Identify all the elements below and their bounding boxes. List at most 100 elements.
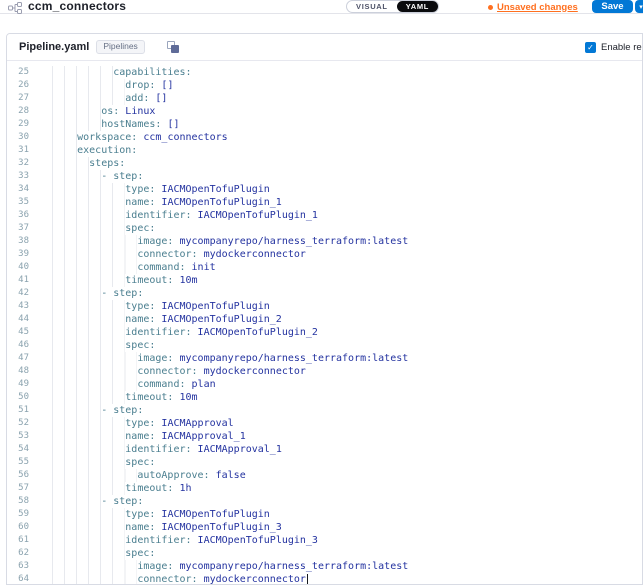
code-line[interactable]: name: IACMOpenTofuPlugin_1 [41,196,282,209]
editor-line[interactable]: 50timeout: 10m [7,391,642,404]
editor-line[interactable]: 52type: IACMApproval [7,417,642,430]
editor-line[interactable]: 56autoApprove: false [7,469,642,482]
code-line[interactable]: spec: [41,339,155,352]
code-line[interactable]: connector: mydockerconnector [41,365,306,378]
editor-line[interactable]: 30workspace: ccm_connectors [7,131,642,144]
code-line[interactable]: image: mycompanyrepo/harness_terraform:l… [41,235,408,248]
code-line[interactable]: connector: mydockerconnector [41,573,308,585]
editor-line[interactable]: 61identifier: IACMOpenTofuPlugin_3 [7,534,642,547]
code-line[interactable]: spec: [41,547,155,560]
editor-line[interactable]: 55spec: [7,456,642,469]
code-line[interactable]: command: plan [41,378,216,391]
save-button[interactable]: Save [592,0,633,13]
line-number: 31 [7,144,41,157]
editor-line[interactable]: 53name: IACMApproval_1 [7,430,642,443]
line-number: 60 [7,521,41,534]
code-line[interactable]: type: IACMOpenTofuPlugin [41,508,270,521]
code-line[interactable]: steps: [41,157,125,170]
line-number: 35 [7,196,41,209]
editor-line[interactable]: 44name: IACMOpenTofuPlugin_2 [7,313,642,326]
code-line[interactable]: spec: [41,222,155,235]
copy-icon[interactable] [167,41,179,53]
line-number: 43 [7,300,41,313]
editor-line[interactable]: 39connector: mydockerconnector [7,248,642,261]
code-line[interactable]: workspace: ccm_connectors [41,131,228,144]
editor-line[interactable]: 48connector: mydockerconnector [7,365,642,378]
code-line[interactable]: - step: [41,287,143,300]
enable-readwrite-group: ✓ Enable read/ [585,34,643,60]
line-number: 61 [7,534,41,547]
code-line[interactable]: command: init [41,261,216,274]
code-line[interactable]: capabilities: [41,66,192,79]
tab-yaml[interactable]: YAML [397,1,438,12]
code-line[interactable]: hostNames: [] [41,118,180,131]
code-line[interactable]: autoApprove: false [41,469,246,482]
editor-line[interactable]: 64connector: mydockerconnector [7,573,642,585]
editor-line[interactable]: 40command: init [7,261,642,274]
editor-line[interactable]: 63image: mycompanyrepo/harness_terraform… [7,560,642,573]
editor-line[interactable]: 37spec: [7,222,642,235]
editor-line[interactable]: 59type: IACMOpenTofuPlugin [7,508,642,521]
editor-line[interactable]: 31execution: [7,144,642,157]
code-line[interactable]: add: [] [41,92,167,105]
pipeline-icon [8,1,22,19]
code-line[interactable]: type: IACMOpenTofuPlugin [41,183,270,196]
editor-line[interactable]: 54identifier: IACMApproval_1 [7,443,642,456]
editor-line[interactable]: 38image: mycompanyrepo/harness_terraform… [7,235,642,248]
editor-line[interactable]: 29hostNames: [] [7,118,642,131]
editor-line[interactable]: 34type: IACMOpenTofuPlugin [7,183,642,196]
editor-line[interactable]: 42- step: [7,287,642,300]
code-line[interactable]: connector: mydockerconnector [41,248,306,261]
editor-line[interactable]: 32steps: [7,157,642,170]
enable-readwrite-checkbox[interactable]: ✓ [585,42,596,53]
editor-line[interactable]: 33- step: [7,170,642,183]
code-line[interactable]: identifier: IACMOpenTofuPlugin_2 [41,326,318,339]
code-line[interactable]: type: IACMOpenTofuPlugin [41,300,270,313]
editor-line[interactable]: 43type: IACMOpenTofuPlugin [7,300,642,313]
editor-line[interactable]: 45identifier: IACMOpenTofuPlugin_2 [7,326,642,339]
editor-line[interactable]: 58- step: [7,495,642,508]
code-line[interactable]: os: Linux [41,105,155,118]
yaml-editor[interactable]: 25capabilities:26drop: []27add: []28os: … [7,61,642,585]
code-line[interactable]: execution: [41,144,137,157]
panel-header: Pipeline.yaml Pipelines ✓ Enable read/ [7,34,642,61]
code-line[interactable]: name: IACMApproval_1 [41,430,246,443]
editor-line[interactable]: 26drop: [] [7,79,642,92]
editor-line[interactable]: 46spec: [7,339,642,352]
code-line[interactable]: identifier: IACMApproval_1 [41,443,282,456]
editor-line[interactable]: 28os: Linux [7,105,642,118]
line-number: 29 [7,118,41,131]
code-line[interactable]: identifier: IACMOpenTofuPlugin_1 [41,209,318,222]
code-line[interactable]: image: mycompanyrepo/harness_terraform:l… [41,560,408,573]
code-line[interactable]: - step: [41,404,143,417]
code-line[interactable]: drop: [] [41,79,173,92]
editor-line[interactable]: 49command: plan [7,378,642,391]
editor-line[interactable]: 47image: mycompanyrepo/harness_terraform… [7,352,642,365]
code-line[interactable]: image: mycompanyrepo/harness_terraform:l… [41,352,408,365]
code-line[interactable]: type: IACMApproval [41,417,234,430]
unsaved-changes[interactable]: Unsaved changes [488,1,578,13]
save-dropdown-button[interactable]: ▾ [635,0,643,13]
code-line[interactable]: - step: [41,170,143,183]
editor-line[interactable]: 25capabilities: [7,66,642,79]
line-number: 36 [7,209,41,222]
line-number: 32 [7,157,41,170]
code-line[interactable]: - step: [41,495,143,508]
editor-line[interactable]: 62spec: [7,547,642,560]
editor-line[interactable]: 60name: IACMOpenTofuPlugin_3 [7,521,642,534]
editor-line[interactable]: 35name: IACMOpenTofuPlugin_1 [7,196,642,209]
code-line[interactable]: spec: [41,456,155,469]
code-line[interactable]: timeout: 10m [41,391,198,404]
editor-line[interactable]: 57timeout: 1h [7,482,642,495]
code-line[interactable]: identifier: IACMOpenTofuPlugin_3 [41,534,318,547]
code-line[interactable]: name: IACMOpenTofuPlugin_3 [41,521,282,534]
editor-line[interactable]: 51- step: [7,404,642,417]
editor-line[interactable]: 41timeout: 10m [7,274,642,287]
code-line[interactable]: name: IACMOpenTofuPlugin_2 [41,313,282,326]
code-line[interactable]: timeout: 10m [41,274,198,287]
tab-visual[interactable]: VISUAL [347,1,397,12]
code-line[interactable]: timeout: 1h [41,482,192,495]
editor-line[interactable]: 36identifier: IACMOpenTofuPlugin_1 [7,209,642,222]
editor-line[interactable]: 27add: [] [7,92,642,105]
line-number: 28 [7,105,41,118]
